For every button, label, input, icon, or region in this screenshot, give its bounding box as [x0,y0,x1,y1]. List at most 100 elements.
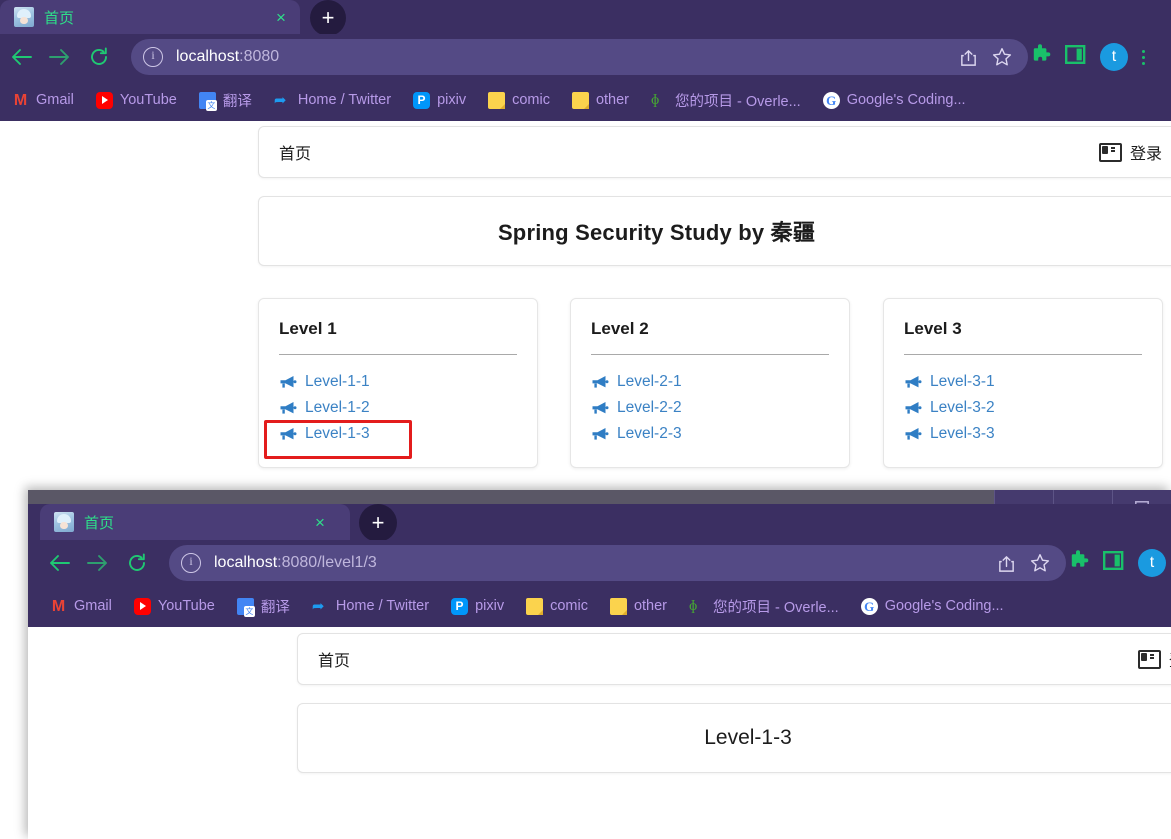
level-link-row[interactable]: Level-3-3 [904,421,995,447]
bookmark-label: Gmail [36,92,74,108]
tab-close-icon-back[interactable]: × [270,6,292,28]
forward-button-back[interactable] [45,42,75,72]
bookmark-twitter-back[interactable]: ➦ Home / Twitter [274,92,391,109]
bookmark-translate-back[interactable]: 翻译 [198,90,252,111]
page-heading-panel-front: Level-1-3 [297,703,1171,773]
bookmark-star-icon-front[interactable] [1030,553,1050,573]
bookmark-youtube-back[interactable]: YouTube [95,91,177,109]
bookmark-label: YouTube [119,92,177,108]
bookmark-label: 翻译 [222,93,252,110]
nav-login-front[interactable]: 登录 [1137,647,1171,671]
level-link-row[interactable]: Level-1-2 [279,395,370,421]
bookmark-gmail-front[interactable]: M Gmail [50,598,112,615]
side-panel-icon-back[interactable] [1065,44,1086,70]
back-button-back[interactable] [6,42,36,72]
level-link-row[interactable]: Level-2-3 [591,421,682,447]
google-icon: G [822,91,840,109]
bullhorn-icon [904,375,922,389]
browser-tab-front[interactable]: 首页 [40,504,350,540]
gmail-icon: M [13,91,28,109]
tab-close-icon-front[interactable]: × [309,511,331,533]
bookmark-comic-back[interactable]: comic [488,91,550,109]
bookmark-pixiv-front[interactable]: P pixiv [451,597,505,615]
id-card-icon [1137,649,1161,669]
bookmark-other-back[interactable]: other [571,91,629,109]
profile-avatar-front[interactable]: t [1138,549,1166,577]
extensions-icon-front[interactable] [1068,550,1089,576]
browser-tab-back[interactable]: 首页 [0,0,300,34]
card-divider [591,354,829,355]
side-panel-icon-front[interactable] [1103,550,1124,576]
google-icon: G [860,597,878,615]
overleaf-icon: ɸ [651,91,660,108]
address-bar-back[interactable]: i localhost:8080 [131,39,1028,75]
bookmark-label: Google's Coding... [846,92,966,108]
bookmark-label: 您的项目 - Overle... [713,599,839,616]
level-card-1: Level 1 Level-1-1 Level-1-2 Level-1-3 [258,298,538,468]
site-info-icon-back[interactable]: i [143,47,163,67]
bookmark-youtube-front[interactable]: YouTube [133,597,215,615]
level-card-3-links: Level-3-1 Level-3-2 Level-3-3 [904,369,995,447]
level-link-label: Level-3-3 [930,425,995,442]
page-viewport-front: 首页 登录 Level-1-3 [28,627,1171,839]
bookmark-label: Home / Twitter [335,598,430,614]
level-link-label: Level-2-2 [617,399,682,416]
bookmarks-bar-back: M Gmail YouTube 翻译 ➦ Home / Twitter P pi… [0,79,1171,121]
share-icon-front[interactable] [997,554,1016,573]
twitter-icon: ➦ [273,91,287,109]
level-link-row[interactable]: Level-3-2 [904,395,995,421]
bookmark-other-front[interactable]: other [609,597,667,615]
bookmark-translate-front[interactable]: 翻译 [236,596,290,617]
bookmark-overleaf-back[interactable]: ɸ 您的项目 - Overle... [651,90,801,111]
back-button-front[interactable] [44,548,74,578]
pixiv-icon: P [451,597,469,615]
bookmark-label: comic [512,92,550,108]
share-icon-back[interactable] [959,48,978,67]
page-heading-front: Level-1-3 [704,726,792,749]
bookmark-gmail-back[interactable]: M Gmail [12,92,74,109]
browser-menu-icon-back[interactable] [1142,49,1145,65]
bookmark-google-coding-back[interactable]: G Google's Coding... [822,91,966,109]
bookmark-twitter-front[interactable]: ➦ Home / Twitter [312,598,429,615]
bookmark-google-coding-front[interactable]: G Google's Coding... [860,597,1004,615]
new-tab-button-front[interactable]: + [359,504,397,542]
level-link-label: Level-1-1 [305,373,370,390]
level-link-row[interactable]: Level-3-1 [904,369,995,395]
reload-button-front[interactable] [122,548,152,578]
hero-panel-back: Spring Security Study by 秦疆 [258,196,1171,266]
level-link-row[interactable]: Level-1-1 [279,369,370,395]
tab-strip-back: 首页 × + [0,0,1171,36]
youtube-icon [133,597,151,615]
nav-home-link-front[interactable]: 首页 [318,647,350,671]
bookmark-label: YouTube [157,598,215,614]
bookmark-label: pixiv [475,598,505,614]
bullhorn-icon [591,401,609,415]
address-bar-path: :8080/level1/3 [277,554,377,571]
profile-avatar-back[interactable]: t [1100,43,1128,71]
bookmark-comic-front[interactable]: comic [526,597,588,615]
level-link-row[interactable]: Level-2-1 [591,369,682,395]
extensions-icon-back[interactable] [1030,44,1051,70]
level-card-2-links: Level-2-1 Level-2-2 Level-2-3 [591,369,682,447]
bookmark-overleaf-front[interactable]: ɸ 您的项目 - Overle... [689,596,839,617]
browser-toolbar-front: i localhost:8080/level1/3 t [28,540,1171,585]
new-tab-button-back[interactable]: + [310,0,346,36]
level-card-3: Level 3 Level-3-1 Level-3-2 Level-3-3 [883,298,1163,468]
bullhorn-icon [591,375,609,389]
toolbar-right-front: t [1068,545,1166,581]
folder-icon [488,91,506,109]
bookmark-pixiv-back[interactable]: P pixiv [413,91,466,109]
address-bar-front[interactable]: i localhost:8080/level1/3 [169,545,1066,581]
level-link-label: Level-3-1 [930,373,995,390]
site-info-icon-front[interactable]: i [181,553,201,573]
level-link-row[interactable]: Level-2-2 [591,395,682,421]
tab-favicon-icon [54,512,74,532]
level-card-3-title: Level 3 [904,319,962,338]
nav-home-link-back[interactable]: 首页 [279,140,311,164]
level-link-row[interactable]: Level-1-3 [279,421,370,447]
nav-login-back[interactable]: 登录 [1098,140,1162,164]
forward-button-front[interactable] [83,548,113,578]
google-translate-icon [236,597,255,617]
bookmark-star-icon-back[interactable] [992,47,1012,67]
reload-button-back[interactable] [84,42,114,72]
